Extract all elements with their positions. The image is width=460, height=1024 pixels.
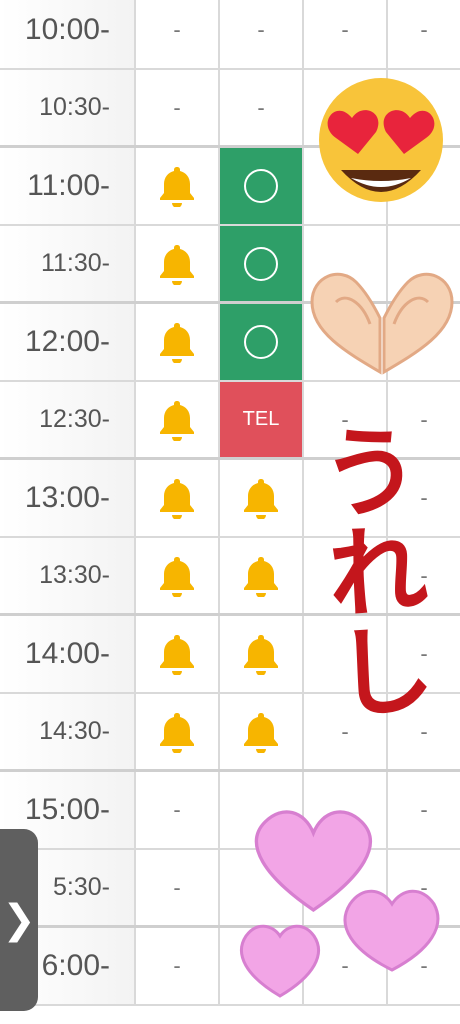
waitlist-bell-slot[interactable]: [220, 538, 304, 613]
time-label: 11:30-: [0, 226, 136, 301]
empty-slot: [304, 304, 388, 380]
bell-icon: [158, 555, 196, 597]
unavailable-slot: -: [388, 850, 460, 925]
waitlist-bell-slot[interactable]: [220, 616, 304, 692]
waitlist-bell-slot[interactable]: [136, 226, 220, 301]
time-label: 14:30-: [0, 694, 136, 769]
dash-mark: -: [341, 17, 349, 42]
unavailable-slot: -: [220, 70, 304, 145]
empty-slot: [304, 148, 388, 224]
unavailable-slot: -: [220, 0, 304, 68]
available-slot[interactable]: [220, 148, 304, 224]
empty-slot: [304, 772, 388, 848]
time-row: 5:30- - -: [0, 850, 460, 928]
time-label: 14:00-: [0, 616, 136, 692]
time-label: 12:30-: [0, 382, 136, 457]
dash-mark: -: [173, 94, 181, 120]
bell-icon: [158, 711, 196, 753]
waitlist-bell-slot[interactable]: [136, 148, 220, 224]
chevron-right-icon: ❯: [2, 898, 36, 942]
time-row: 15:00- - -: [0, 772, 460, 850]
tel-slot[interactable]: TEL: [220, 382, 304, 457]
bell-icon: [242, 555, 280, 597]
ureshi-sticker-text: うれし: [299, 416, 438, 724]
unavailable-slot: -: [136, 0, 220, 68]
empty-slot: [304, 850, 388, 925]
bell-icon: [242, 477, 280, 519]
bell-icon: [158, 165, 196, 207]
unavailable-slot: -: [304, 928, 388, 1004]
bell-icon: [158, 321, 196, 363]
available-slot[interactable]: [220, 226, 304, 301]
circle-available-icon: [244, 246, 278, 281]
dash-mark: -: [420, 953, 428, 978]
time-label: 11:00-: [0, 148, 136, 224]
dash-mark: -: [173, 797, 181, 822]
tel-label: TEL: [242, 408, 280, 430]
unavailable-slot: -: [136, 772, 220, 848]
dash-mark: -: [173, 874, 181, 900]
time-row: 12:00-: [0, 304, 460, 382]
side-panel-toggle[interactable]: ❯: [0, 829, 38, 1011]
time-row: 11:30-: [0, 226, 460, 304]
circle-available-icon: [244, 169, 278, 203]
unavailable-slot: -: [388, 772, 460, 848]
empty-slot: [304, 70, 388, 145]
dash-mark: -: [420, 874, 428, 900]
dash-mark: -: [173, 17, 181, 42]
empty-slot: [220, 772, 304, 848]
time-label: 12:00-: [0, 304, 136, 380]
time-label: 13:00-: [0, 460, 136, 536]
empty-slot: [220, 928, 304, 1004]
empty-slot: [304, 226, 388, 301]
waitlist-bell-slot[interactable]: [136, 694, 220, 769]
waitlist-bell-slot[interactable]: [136, 538, 220, 613]
unavailable-slot: -: [388, 928, 460, 1004]
waitlist-bell-slot[interactable]: [136, 460, 220, 536]
dash-mark: -: [341, 953, 349, 978]
empty-slot: [388, 226, 460, 301]
bell-icon: [242, 633, 280, 675]
unavailable-slot: -: [304, 0, 388, 68]
dash-mark: -: [420, 17, 428, 42]
dash-mark: -: [257, 94, 265, 120]
dash-mark: -: [420, 797, 428, 822]
bell-icon: [242, 711, 280, 753]
waitlist-bell-slot[interactable]: [220, 460, 304, 536]
time-label: 10:30-: [0, 70, 136, 145]
time-row: 10:00- - - - -: [0, 0, 460, 70]
empty-slot: [388, 70, 460, 145]
bell-icon: [158, 477, 196, 519]
time-row: 6:00- - - -: [0, 928, 460, 1006]
circle-available-icon: [244, 325, 278, 359]
waitlist-bell-slot[interactable]: [136, 304, 220, 380]
available-slot[interactable]: [220, 304, 304, 380]
unavailable-slot: -: [388, 0, 460, 68]
dash-mark: -: [257, 17, 265, 42]
empty-slot: [388, 148, 460, 224]
bell-icon: [158, 633, 196, 675]
empty-slot: [220, 850, 304, 925]
empty-slot: [388, 304, 460, 380]
bell-icon: [158, 243, 196, 285]
dash-mark: -: [420, 718, 428, 744]
time-row: 11:00-: [0, 148, 460, 226]
dash-mark: -: [173, 953, 181, 978]
unavailable-slot: -: [136, 850, 220, 925]
time-row: 10:30- - -: [0, 70, 460, 148]
dash-mark: -: [341, 718, 349, 744]
dash-mark: -: [420, 406, 428, 432]
unavailable-slot: -: [136, 70, 220, 145]
waitlist-bell-slot[interactable]: [136, 382, 220, 457]
time-label: 10:00-: [0, 0, 136, 68]
bell-icon: [158, 399, 196, 441]
unavailable-slot: -: [136, 928, 220, 1004]
waitlist-bell-slot[interactable]: [220, 694, 304, 769]
waitlist-bell-slot[interactable]: [136, 616, 220, 692]
time-label: 13:30-: [0, 538, 136, 613]
